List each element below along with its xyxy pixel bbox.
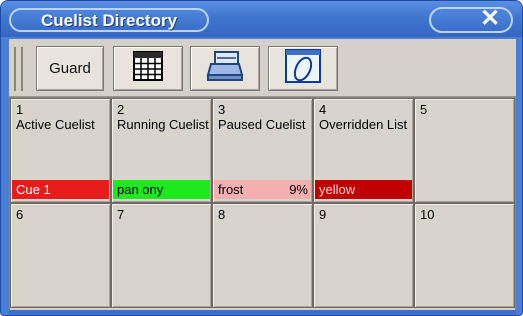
cue-percentage: 9% — [289, 182, 308, 197]
cell-number: 10 — [420, 207, 435, 222]
cell-number: 7 — [117, 207, 125, 222]
cuelist-cell-4[interactable]: 4 Overridden List yellow — [313, 98, 414, 203]
cuelist-directory-window: Cuelist Directory ✕ Guard 1 Active Cueli… — [0, 0, 523, 316]
window-bottom-border — [9, 310, 516, 315]
close-icon[interactable]: ✕ — [477, 6, 503, 32]
cell-number: 1 — [16, 102, 24, 117]
cuelist-cell-6[interactable]: 6 — [10, 203, 111, 308]
window-title: Cuelist Directory — [41, 11, 178, 30]
cell-number: 3 — [218, 102, 226, 117]
cell-number: 9 — [319, 207, 327, 222]
cell-name: Active Cuelist — [16, 117, 95, 132]
cuelist-cell-9[interactable]: 9 — [313, 203, 414, 308]
cell-number: 4 — [319, 102, 327, 117]
oval-icon — [284, 48, 322, 89]
cell-name: Paused Cuelist — [218, 117, 306, 132]
printer-icon — [205, 49, 245, 88]
cue-status-bar: Cue 1 — [12, 180, 109, 199]
cuelist-cell-2[interactable]: 2 Running Cuelist pan ony — [111, 98, 212, 203]
guard-button[interactable]: Guard — [36, 46, 104, 91]
cue-name: pan ony — [117, 182, 164, 197]
toolbar: Guard — [9, 39, 516, 97]
cuelist-cell-5[interactable]: 5 — [414, 98, 515, 203]
cuelist-cell-10[interactable]: 10 — [414, 203, 515, 308]
cue-status-bar: frost 9% — [214, 180, 311, 199]
cuelist-cell-3[interactable]: 3 Paused Cuelist frost 9% — [212, 98, 313, 203]
cell-number: 5 — [420, 102, 428, 117]
oval-tool-button[interactable] — [268, 46, 338, 91]
cuelist-grid: 1 Active Cuelist Cue 1 2 Running Cuelist… — [9, 97, 516, 311]
spreadsheet-button[interactable] — [113, 46, 183, 91]
title-bar[interactable]: Cuelist Directory ✕ — [1, 1, 522, 37]
cue-name: frost — [218, 182, 244, 197]
cell-number: 2 — [117, 102, 125, 117]
cell-name: Running Cuelist — [117, 117, 209, 132]
cell-name: Overridden List — [319, 117, 408, 132]
cue-name: yellow — [319, 182, 356, 197]
cell-number: 8 — [218, 207, 226, 222]
cuelist-cell-7[interactable]: 7 — [111, 203, 212, 308]
cue-status-bar: yellow — [315, 180, 412, 199]
print-button[interactable] — [190, 46, 260, 91]
cue-status-bar: pan ony — [113, 180, 210, 199]
cue-name: Cue 1 — [16, 182, 51, 197]
cuelist-cell-1[interactable]: 1 Active Cuelist Cue 1 — [10, 98, 111, 203]
cuelist-cell-8[interactable]: 8 — [212, 203, 313, 308]
guard-button-label: Guard — [49, 60, 91, 77]
toolbar-grip-handle[interactable] — [14, 47, 23, 91]
spreadsheet-icon — [132, 50, 164, 87]
cell-number: 6 — [16, 207, 24, 222]
